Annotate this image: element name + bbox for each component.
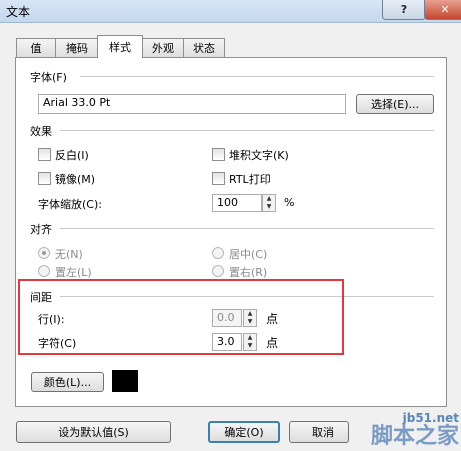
align-heading: 对齐 — [30, 223, 52, 236]
invert-label: 反白(I) — [55, 149, 89, 162]
align-left-label: 置左(L) — [55, 266, 92, 279]
effects-separator — [60, 130, 434, 131]
align-right-label: 置右(R) — [229, 266, 268, 279]
chevron-up-icon[interactable]: ▲ — [263, 195, 275, 203]
font-heading: 字体(F) — [30, 71, 67, 84]
rtl-label: RTL打印 — [229, 173, 271, 186]
scale-stepper[interactable]: ▲ ▼ — [262, 194, 276, 212]
watermark-site: jb51.net — [402, 411, 459, 425]
scale-input[interactable]: 100 — [212, 194, 262, 212]
help-icon: ? — [400, 3, 408, 16]
mirror-label: 镜像(M) — [55, 173, 96, 186]
select-font-button[interactable]: 选择(E)... — [356, 94, 434, 114]
scale-unit: % — [284, 196, 295, 209]
help-button[interactable]: ? — [382, 0, 426, 20]
effects-heading: 效果 — [30, 125, 52, 138]
stack-checkbox[interactable] — [212, 148, 225, 161]
color-button[interactable]: 颜色(L)... — [31, 372, 104, 392]
set-default-button[interactable]: 设为默认值(S) — [16, 421, 171, 443]
tab-mask[interactable]: 掩码 — [55, 38, 99, 57]
font-separator — [80, 76, 434, 77]
tab-appearance[interactable]: 外观 — [142, 38, 184, 57]
rtl-checkbox[interactable] — [212, 172, 225, 185]
align-none-label: 无(N) — [55, 248, 83, 261]
align-separator — [60, 228, 434, 229]
color-swatch[interactable] — [112, 370, 138, 392]
chevron-down-icon[interactable]: ▼ — [263, 203, 275, 211]
tab-status[interactable]: 状态 — [183, 38, 225, 57]
align-center-radio[interactable] — [212, 247, 224, 259]
scale-label: 字体缩放(C): — [38, 198, 102, 211]
tab-value[interactable]: 值 — [16, 38, 56, 57]
stack-label: 堆积文字(K) — [229, 149, 289, 162]
align-left-radio[interactable] — [38, 265, 50, 277]
highlight-box — [18, 279, 344, 355]
watermark: jb51.net 脚本之家 — [371, 411, 459, 449]
align-none-radio[interactable] — [38, 247, 50, 259]
watermark-brand: 脚本之家 — [370, 424, 459, 449]
align-center-label: 居中(C) — [229, 248, 268, 261]
close-button[interactable]: ✕ — [424, 0, 461, 20]
tab-style[interactable]: 样式 — [97, 35, 143, 58]
invert-checkbox[interactable] — [38, 148, 51, 161]
cancel-button[interactable]: 取消 — [289, 421, 349, 443]
font-field[interactable]: Arial 33.0 Pt — [38, 94, 346, 114]
ok-button[interactable]: 确定(O) — [208, 421, 280, 443]
align-right-radio[interactable] — [212, 265, 224, 277]
mirror-checkbox[interactable] — [38, 172, 51, 185]
window-title: 文本 — [6, 5, 31, 19]
close-icon: ✕ — [440, 3, 450, 16]
